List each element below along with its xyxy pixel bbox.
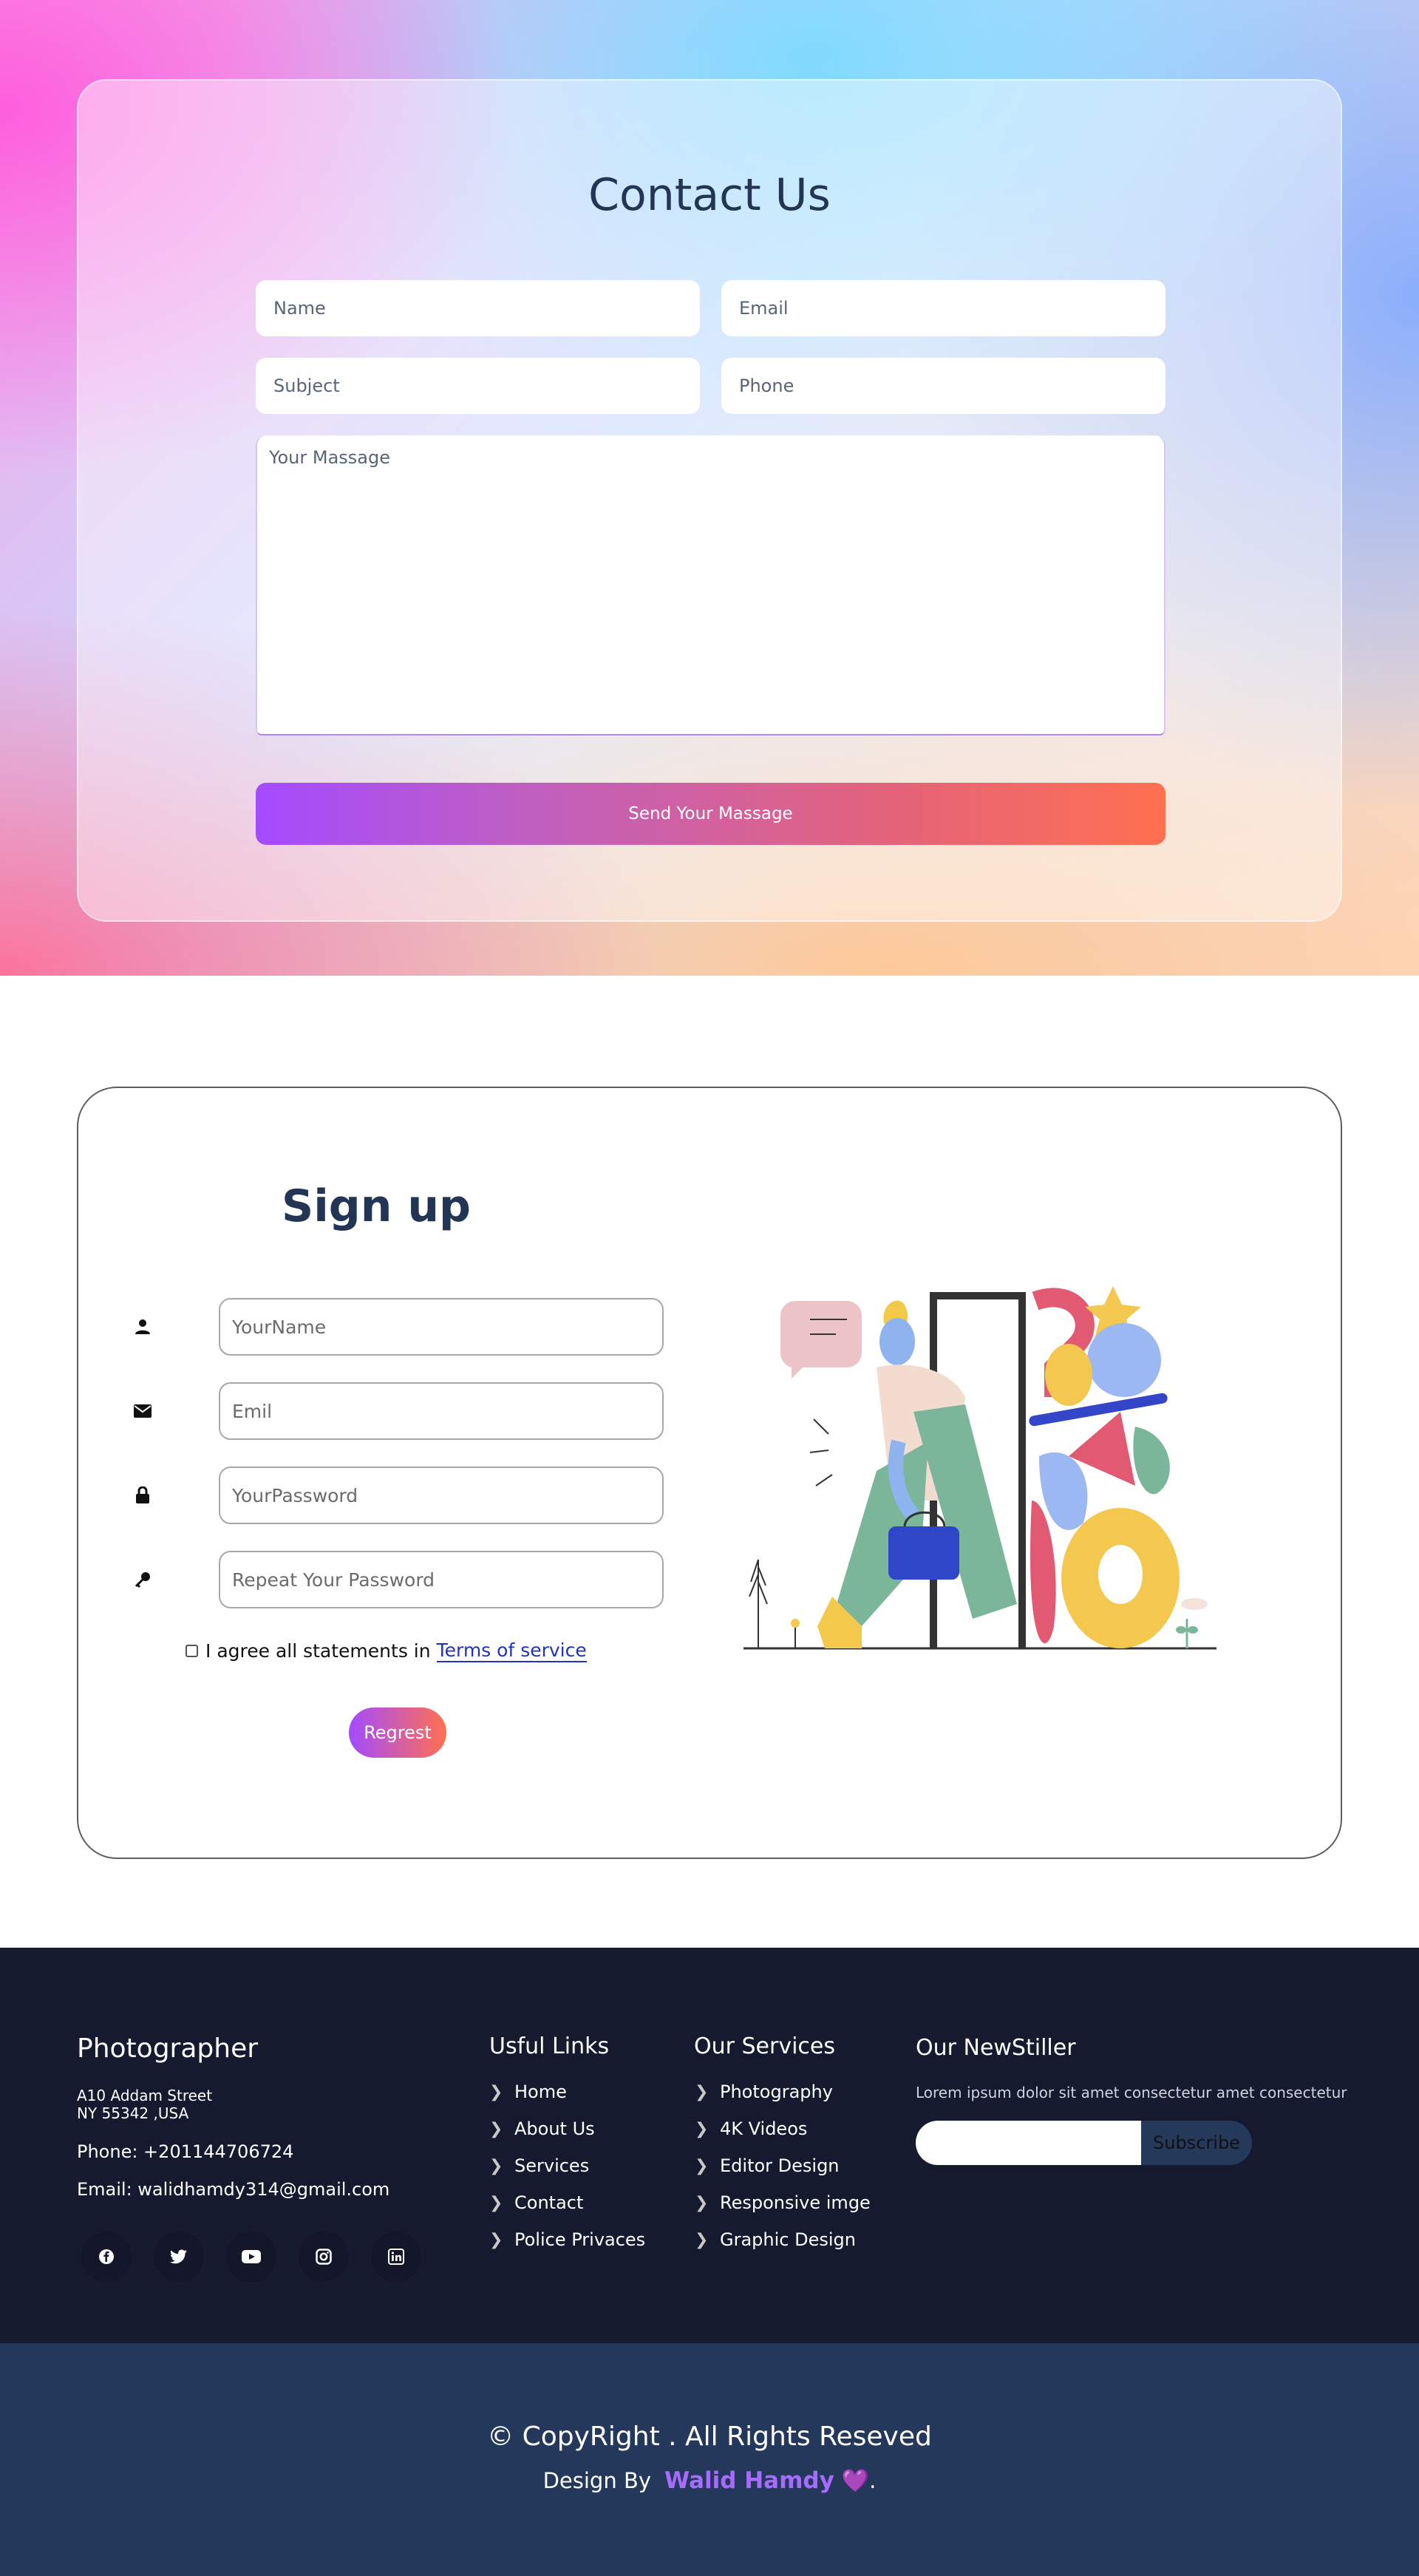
social-links — [80, 2230, 442, 2283]
useful-links-title: Usful Links — [489, 2033, 610, 2059]
key-icon — [130, 1567, 155, 1592]
chevron-right-icon: ❯ — [695, 2156, 709, 2175]
agree-text: I agree all statements in — [205, 1640, 431, 1662]
subject-input[interactable]: Subject — [256, 358, 700, 414]
chevron-right-icon: ❯ — [489, 2156, 503, 2175]
subscribe-button[interactable]: Subscribe — [1141, 2121, 1252, 2165]
service-label: Responsive imge — [720, 2192, 871, 2213]
signup-name-input[interactable]: YourName — [219, 1298, 664, 1356]
signup-email-row: Emil — [130, 1382, 664, 1440]
chevron-right-icon: ❯ — [695, 2119, 709, 2138]
email-input[interactable]: Email — [721, 280, 1166, 336]
footer-address-line1: A10 Addam Street — [77, 2087, 213, 2104]
signup-illustration — [743, 1286, 1216, 1650]
service-4k-videos[interactable]: ❯ 4K Videos — [695, 2110, 871, 2147]
design-credit: Design By Walid Hamdy 💜 . — [0, 2467, 1419, 2494]
footer-brand: Photographer — [77, 2033, 259, 2064]
contact-section: Contact Us Name Email Subject Phone Your… — [0, 0, 1419, 976]
lock-icon — [130, 1483, 155, 1508]
signup-name-row: YourName — [130, 1298, 664, 1356]
send-message-button[interactable]: Send Your Massage — [256, 783, 1166, 845]
newsletter-title: Our NewStiller — [916, 2035, 1076, 2061]
heart-icon: 💜 — [841, 2467, 870, 2494]
agree-row: I agree all statements in Terms of servi… — [186, 1639, 587, 1662]
service-editor-design[interactable]: ❯ Editor Design — [695, 2147, 871, 2184]
signup-title: Sign up — [282, 1180, 471, 1232]
credit-period: . — [869, 2468, 877, 2493]
chevron-right-icon: ❯ — [489, 2082, 503, 2101]
footer-link-label: About Us — [514, 2118, 595, 2139]
footer-link-about[interactable]: ❯ About Us — [489, 2110, 645, 2147]
chevron-right-icon: ❯ — [489, 2119, 503, 2138]
footer-link-home[interactable]: ❯ Home — [489, 2073, 645, 2110]
signup-repeat-input[interactable]: Repeat Your Password — [219, 1551, 664, 1608]
footer-link-contact[interactable]: ❯ Contact — [489, 2184, 645, 2221]
footer-link-label: Home — [514, 2081, 567, 2102]
footer-phone: Phone: +201144706724 — [77, 2141, 294, 2162]
newsletter-text: Lorem ipsum dolor sit amet consectetur a… — [916, 2084, 1347, 2101]
chevron-right-icon: ❯ — [695, 2193, 709, 2212]
copyright-bar: © CopyRight . All Rights Reseved Design … — [0, 2343, 1419, 2576]
copyright-text: © CopyRight . All Rights Reseved — [487, 2422, 932, 2452]
service-label: 4K Videos — [720, 2118, 808, 2139]
newsletter-form: Subscribe — [916, 2121, 1252, 2165]
signup-password-row: YourPassword — [130, 1467, 664, 1524]
footer-link-privacy[interactable]: ❯ Police Privaces — [489, 2221, 645, 2258]
footer-link-label: Services — [514, 2155, 590, 2176]
signup-password-input[interactable]: YourPassword — [219, 1467, 664, 1524]
message-textarea[interactable]: Your Massage — [256, 435, 1166, 735]
our-services-list: ❯ Photography ❯ 4K Videos ❯ Editor Design ❯… — [695, 2073, 871, 2258]
footer-address-line2: NY 55342 ,USA — [77, 2104, 189, 2122]
service-photography[interactable]: ❯ Photography — [695, 2073, 871, 2110]
signup-repeat-row: Repeat Your Password — [130, 1551, 664, 1608]
service-label: Graphic Design — [720, 2229, 856, 2250]
chevron-right-icon: ❯ — [489, 2193, 503, 2212]
footer-link-label: Police Privaces — [514, 2229, 646, 2250]
chevron-right-icon: ❯ — [489, 2230, 503, 2249]
envelope-icon — [130, 1399, 155, 1424]
phone-input[interactable]: Phone — [721, 358, 1166, 414]
newsletter-email-input[interactable] — [916, 2121, 1141, 2165]
register-button[interactable]: Regrest — [349, 1707, 446, 1758]
service-label: Photography — [720, 2081, 833, 2102]
footer-link-services[interactable]: ❯ Services — [489, 2147, 645, 2184]
instagram-icon[interactable] — [297, 2230, 350, 2283]
service-responsive[interactable]: ❯ Responsive imge — [695, 2184, 871, 2221]
footer: Photographer A10 Addam Street NY 55342 ,… — [0, 1948, 1419, 2343]
author-name[interactable]: Walid Hamdy — [664, 2467, 834, 2494]
service-graphic-design[interactable]: ❯ Graphic Design — [695, 2221, 871, 2258]
linkedin-icon[interactable] — [370, 2230, 423, 2283]
contact-card: Contact Us Name Email Subject Phone Your… — [77, 79, 1342, 922]
signup-email-input[interactable]: Emil — [219, 1382, 664, 1440]
footer-link-label: Contact — [514, 2192, 584, 2213]
signup-card: Sign up YourName Emil YourPassword Repea… — [77, 1087, 1342, 1859]
user-icon — [130, 1314, 155, 1339]
service-label: Editor Design — [720, 2155, 840, 2176]
name-input[interactable]: Name — [256, 280, 700, 336]
our-services-title: Our Services — [694, 2033, 836, 2059]
facebook-icon[interactable] — [80, 2230, 133, 2283]
design-by-label: Design By — [542, 2468, 651, 2493]
contact-title: Contact Us — [588, 169, 831, 221]
chevron-right-icon: ❯ — [695, 2082, 709, 2101]
footer-email: Email: walidhamdy314@gmail.com — [77, 2179, 390, 2200]
youtube-icon[interactable] — [225, 2230, 278, 2283]
useful-links-list: ❯ Home ❯ About Us ❯ Services ❯ Contact ❯ Poli… — [489, 2073, 645, 2258]
terms-link[interactable]: Terms of service — [436, 1639, 587, 1662]
agree-checkbox[interactable] — [186, 1645, 198, 1657]
chevron-right-icon: ❯ — [695, 2230, 709, 2249]
twitter-icon[interactable] — [152, 2230, 205, 2283]
